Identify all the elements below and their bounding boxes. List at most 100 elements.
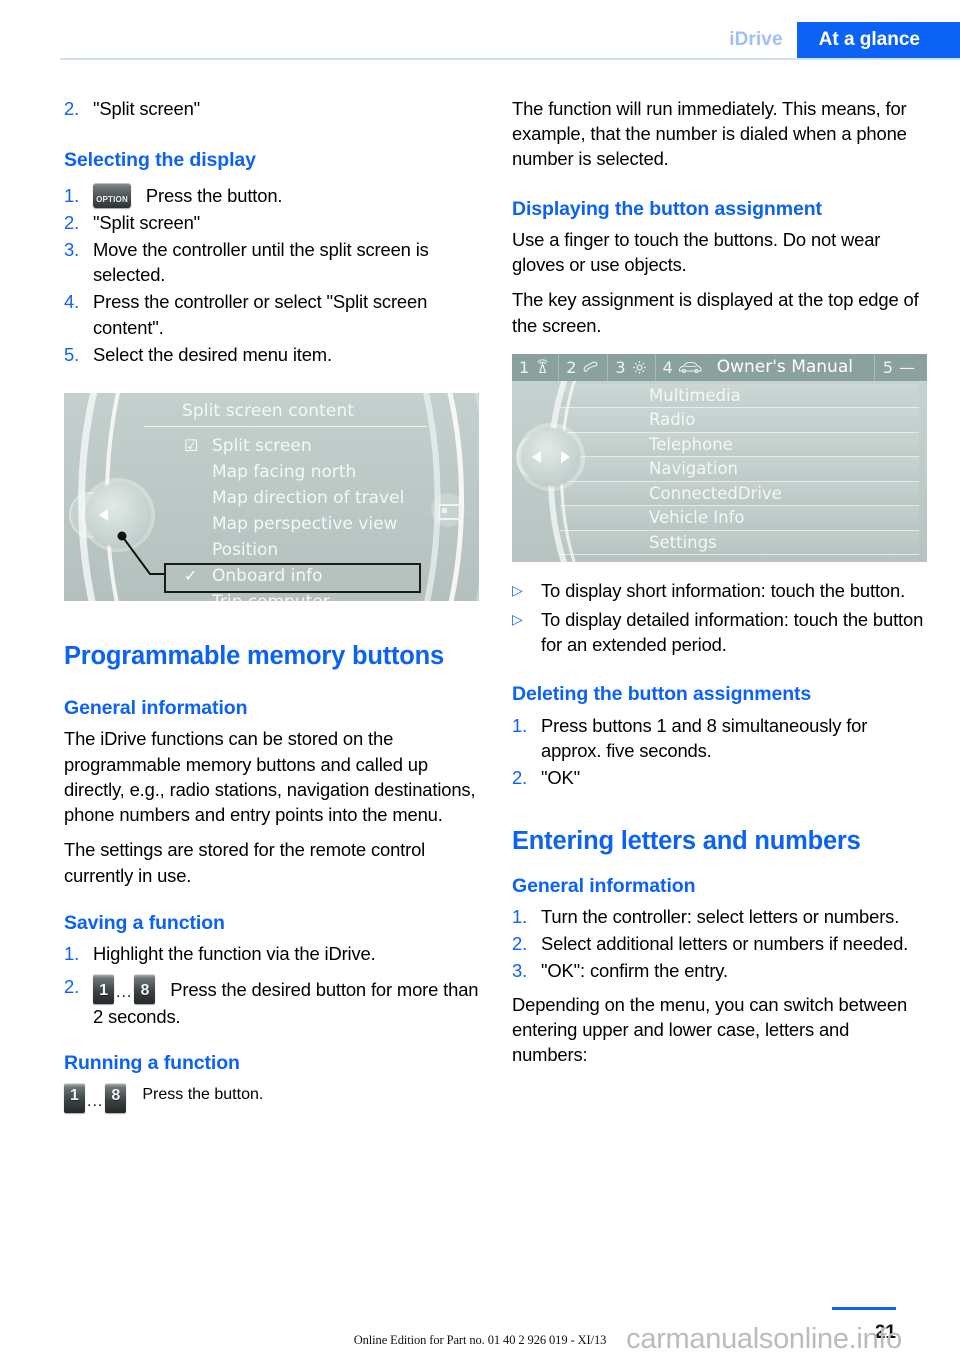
step-number: 2. — [512, 767, 528, 789]
topbar-slot-5: 5 — — [873, 353, 927, 381]
step-text: "Split screen" — [93, 98, 201, 119]
step-text: 1 ... 8 Press the desired button for mor… — [93, 974, 479, 1029]
step-list-entering: 1. Turn the controller: select letters o… — [512, 904, 927, 984]
menu-item: Vehicle Info — [560, 506, 919, 531]
menu-item: Radio — [560, 408, 919, 433]
step-number: 2. — [64, 211, 80, 233]
left-arrow-icon — [532, 450, 541, 463]
list-item: 1. Press buttons 1 and 8 simultaneously … — [512, 713, 927, 763]
selection-highlight-box — [164, 563, 421, 594]
step-number: 4. — [64, 291, 80, 313]
right-arrow-icon — [561, 450, 570, 463]
list-item: 1. Highlight the function via the iDrive… — [64, 941, 479, 966]
paragraph-depending-on-the-menu: Depending on the menu, you can switch be… — [512, 993, 908, 1065]
step-list-top: 2. "Split screen" — [64, 96, 479, 121]
step-text: "OK" — [541, 767, 581, 789]
menu-item: ConnectedDrive — [560, 481, 919, 507]
topbar-slot-2-number: 2 — [566, 357, 577, 377]
heading-deleting-button-assignments: Deleting the button assignments — [512, 683, 812, 706]
heading-programmable-memory-buttons: Programmable memory buttons — [64, 642, 445, 671]
paragraph-use-a-finger: Use a finger to touch the buttons. Do no… — [512, 229, 881, 276]
step-text: "Split screen" — [93, 211, 201, 233]
memory-buttons-icon: 1 ... 8 — [93, 974, 156, 1005]
step-number: 2. — [512, 933, 528, 955]
step-text: Highlight the function via the iDrive. — [93, 943, 376, 965]
screenshot-menu-list: Multimedia Radio Telephone Navigation Co… — [560, 383, 919, 556]
menu-item-label: Map perspective view — [212, 514, 398, 535]
page-header: iDrive At a glance — [0, 0, 960, 58]
radio-antenna-icon — [537, 359, 548, 373]
topbar-slot-4-number: 4 — [662, 357, 673, 377]
memory-button-1-label: 1 — [70, 1086, 79, 1104]
heading-running-a-function: Running a function — [64, 1051, 240, 1074]
dash-icon: — — [899, 357, 915, 377]
step-text-body: Press the button. — [145, 184, 283, 206]
paragraph-key-assignment: The key assignment is displayed at the t… — [512, 289, 919, 336]
menu-item: Navigation — [560, 457, 919, 482]
screenshot-title: Owner's Manual — [716, 357, 853, 378]
option-button-label: OPTION — [96, 194, 128, 204]
list-item: 1. Turn the controller: select letters o… — [512, 904, 927, 929]
split-screen-content-screenshot: Split screen content ☑ Split screen Map f… — [64, 393, 479, 602]
memory-buttons-icon: 1 ... 8 — [64, 1082, 127, 1113]
bullet-triangle-icon: ▷ — [512, 611, 523, 628]
topbar-slot-3: 3 — [608, 353, 656, 381]
checkbox-checked-icon: ☑ — [184, 436, 199, 456]
list-item: ▷ To display short information: touch th… — [512, 578, 927, 603]
header-divider — [60, 58, 960, 60]
step-number: 2. — [64, 976, 80, 998]
step-number: 3. — [512, 960, 528, 982]
watermark: carmanualsonline.info — [626, 1323, 902, 1355]
topbar-slot-1-number: 1 — [519, 357, 530, 377]
step-number: 3. — [64, 239, 80, 260]
paragraph-idrive-functions: The iDrive functions can be stored on th… — [64, 728, 476, 826]
list-item: 3. Move the controller until the split s… — [64, 237, 479, 287]
bullet-text: To display short information: touch the … — [541, 579, 906, 601]
topbar-slot-4: 4 — [656, 354, 709, 381]
memory-button-1-icon: 1 — [64, 1082, 85, 1113]
step-number: 1. — [512, 714, 528, 736]
memory-button-8-icon: 8 — [134, 974, 156, 1005]
heading-general-information-left: General information — [64, 697, 248, 720]
step-list-saving: 1. Highlight the function via the iDrive… — [64, 941, 479, 1029]
step-text: Turn the controller: select letters or n… — [541, 905, 900, 927]
menu-item: Position — [182, 537, 449, 563]
ellipsis-dots: ... — [116, 984, 133, 1002]
menu-item: ☑ Split screen — [182, 433, 449, 459]
heading-displaying-button-assignment: Displaying the button assignment — [512, 197, 822, 220]
topbar-slot-1: 1 — [512, 353, 560, 381]
breadcrumb-chapter: iDrive — [729, 29, 783, 50]
step-number: 1. — [64, 943, 80, 965]
heading-entering-letters-and-numbers: Entering letters and numbers — [512, 827, 861, 856]
heading-general-information-right: General information — [512, 874, 696, 897]
running-a-function-row: 1 ... 8 Press the button. — [64, 1082, 479, 1113]
step-list-deleting: 1. Press buttons 1 and 8 simultaneously … — [512, 713, 927, 791]
step-text: Move the controller until the split scre… — [93, 239, 429, 286]
menu-item: Map perspective view — [182, 511, 449, 537]
step-text: Press buttons 1 and 8 simultaneously for… — [541, 714, 868, 762]
topbar-slot-3-number: 3 — [615, 357, 626, 377]
list-item: 5. Select the desired menu item. — [64, 342, 479, 367]
screenshot-topbar: 1 2 3 4 Owner's Manual 5 — — [512, 353, 927, 381]
option-button-icon: OPTION — [93, 182, 131, 208]
menu-item-label: Map facing north — [212, 462, 357, 483]
ellipsis-dots: ... — [87, 1092, 104, 1110]
list-item: ▷ To display detailed information: touch… — [512, 607, 927, 657]
step-number: 1. — [512, 905, 528, 927]
gear-icon — [632, 361, 646, 374]
memory-button-8-label: 8 — [111, 1086, 121, 1104]
page-footer: 21 Online Edition for Part no. 01 40 2 9… — [0, 1288, 960, 1362]
running-a-function-text: Press the button. — [142, 1085, 264, 1103]
step-number: 2. — [64, 98, 80, 119]
menu-item-label: Trip computer — [212, 592, 330, 601]
list-item: 2. "OK" — [512, 765, 927, 790]
memory-button-8-icon: 8 — [105, 1082, 127, 1113]
heading-selecting-the-display: Selecting the display — [64, 149, 256, 172]
step-list-selecting-display: 1. OPTION Press the button. 2. "Split sc… — [64, 182, 479, 367]
menu-item: Map direction of travel — [182, 485, 449, 511]
list-item: 2. 1 ... 8 Press the desired button for … — [64, 974, 479, 1029]
car-icon — [678, 361, 702, 373]
memory-button-8-label: 8 — [140, 982, 150, 1000]
list-item: 2. "Split screen" — [64, 96, 479, 121]
step-text: Select the desired menu item. — [93, 343, 332, 365]
